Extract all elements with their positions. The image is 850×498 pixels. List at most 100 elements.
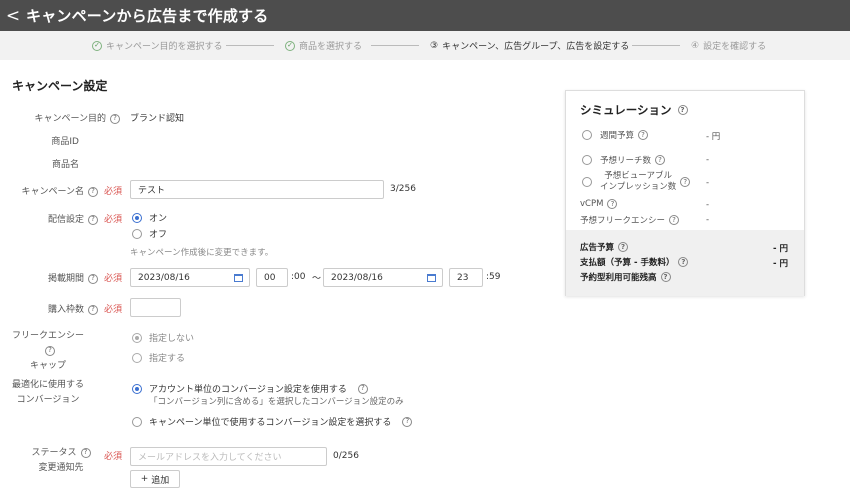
email-input[interactable]: メールアドレスを入力してください — [130, 447, 327, 466]
help-icon[interactable]: ? — [45, 345, 55, 356]
start-hour-input[interactable]: 00 — [256, 268, 288, 287]
help-icon[interactable]: ? — [655, 155, 666, 165]
help-icon[interactable]: ? — [80, 447, 91, 458]
help-icon[interactable]: ? — [677, 105, 688, 115]
campaign-name-label: キャンペーン名? — [21, 184, 98, 197]
check-circle-icon: ✓ — [285, 40, 295, 51]
simulation-panel: シミュレーション? 週間予算? - 円 予想リーチ数? - 予想ビューアブル イン… — [565, 90, 805, 296]
frequency-unspecified-radio[interactable]: 指定しない — [132, 331, 194, 344]
conversion-account-radio[interactable]: アカウント単位のコンバージョン設定を使用する? — [132, 382, 368, 395]
progress-stepper: ✓ キャンペーン目的を選択する ✓ 商品を選択する ③ キャンペーン、広告グルー… — [0, 31, 850, 60]
calendar-icon[interactable] — [234, 274, 243, 282]
help-icon[interactable]: ? — [357, 383, 368, 394]
help-icon[interactable]: ? — [607, 199, 618, 209]
sim-row-weekly-budget[interactable]: 週間予算? — [582, 129, 649, 141]
help-icon[interactable]: ? — [678, 257, 689, 267]
end-date-input[interactable]: 2023/08/16 — [323, 268, 443, 287]
radio-unchecked-icon[interactable] — [582, 177, 592, 187]
delivery-label: 配信設定? — [48, 212, 98, 225]
start-date-input[interactable]: 2023/08/16 — [130, 268, 250, 287]
help-icon[interactable]: ? — [402, 416, 413, 427]
end-hour-input[interactable]: 23 — [449, 268, 483, 287]
help-icon[interactable]: ? — [88, 304, 98, 315]
slots-input[interactable] — [130, 298, 181, 317]
frequency-cap-label: フリークエンシー? キャップ — [11, 331, 84, 371]
period-label: 掲載期間? — [48, 271, 98, 284]
step-4: ④ 設定を確認する — [691, 39, 767, 53]
help-icon[interactable]: ? — [638, 130, 649, 140]
help-icon[interactable]: ? — [618, 242, 629, 252]
help-icon[interactable]: ? — [88, 186, 98, 197]
step-label: キャンペーン目的を選択する — [106, 42, 223, 52]
period-tilde: 〜 — [312, 274, 322, 284]
sim-row-reach[interactable]: 予想リーチ数? — [582, 154, 666, 166]
step-label: 設定を確認する — [703, 42, 767, 52]
help-icon[interactable]: ? — [88, 273, 98, 284]
delivery-note: キャンペーン作成後に変更できます。 — [130, 248, 274, 258]
status-notify-label: ステータス? 変更通知先 — [22, 446, 100, 476]
required-badge: 必須 — [104, 305, 123, 315]
step-number-3: ③ — [430, 40, 439, 51]
sim-value: - — [706, 200, 710, 210]
radio-unchecked-icon[interactable] — [132, 416, 142, 427]
sim-value: - 円 — [706, 132, 721, 142]
payment-value: - 円 — [773, 259, 788, 269]
conversion-account-note: 「コンバージョン列に含める」を選択したコンバージョン設定のみ — [149, 397, 404, 407]
slots-label: 購入枠数? — [48, 302, 98, 315]
section-title: キャンペーン設定 — [12, 79, 108, 93]
check-circle-icon: ✓ — [92, 40, 102, 51]
required-badge: 必須 — [104, 274, 123, 284]
help-icon[interactable]: ? — [669, 215, 680, 225]
step-label: 商品を選択する — [299, 42, 363, 52]
end-minute: :59 — [486, 272, 501, 282]
radio-unchecked-icon[interactable] — [132, 352, 142, 363]
ad-budget-value: - 円 — [773, 244, 788, 254]
radio-checked-icon[interactable] — [132, 332, 142, 343]
required-badge: 必須 — [104, 215, 123, 225]
page-title: キャンペーンから広告まで作成する — [26, 7, 269, 25]
objective-value: ブランド認知 — [130, 114, 185, 124]
ad-budget-label: 広告予算? — [580, 241, 629, 253]
help-icon[interactable]: ? — [88, 214, 98, 225]
radio-unchecked-icon[interactable] — [582, 155, 592, 165]
frequency-specified-radio[interactable]: 指定する — [132, 351, 185, 364]
reserved-balance-label: 予約型利用可能残高? — [580, 271, 671, 283]
delivery-off-radio[interactable]: オフ — [132, 227, 167, 240]
email-counter: 0/256 — [333, 451, 359, 461]
delivery-on-radio[interactable]: オン — [132, 211, 167, 224]
step-2: ✓ 商品を選択する — [285, 39, 362, 52]
help-icon[interactable]: ? — [660, 272, 671, 282]
simulation-title: シミュレーション? — [580, 102, 688, 118]
payment-label: 支払額（予算 - 手数料）? — [580, 256, 689, 268]
help-icon[interactable]: ? — [680, 177, 691, 187]
conversion-campaign-radio[interactable]: キャンペーン単位で使用するコンバージョン設定を選択する? — [132, 415, 413, 428]
radio-checked-icon[interactable] — [132, 212, 142, 223]
product-name-label: 商品名 — [51, 160, 79, 170]
sim-value: - — [706, 215, 710, 225]
calendar-icon[interactable] — [427, 274, 436, 282]
sim-value: - — [706, 178, 710, 188]
required-badge: 必須 — [104, 452, 123, 462]
help-icon[interactable]: ? — [110, 113, 120, 124]
back-chevron-icon[interactable]: < — [0, 0, 26, 31]
add-email-button[interactable]: + 追加 — [130, 470, 180, 488]
radio-checked-icon[interactable] — [132, 383, 142, 394]
objective-label: キャンペーン目的? — [34, 111, 120, 124]
sim-row-viewable-impressions[interactable]: 予想ビューアブル インプレッション数? — [582, 171, 691, 193]
campaign-name-counter: 3/256 — [390, 184, 416, 194]
step-3: ③ キャンペーン、広告グループ、広告を設定する — [430, 39, 629, 53]
sim-row-vcpm: vCPM? — [580, 199, 618, 209]
required-badge: 必須 — [104, 187, 123, 197]
sim-row-frequency: 予想フリークエンシー? — [580, 214, 680, 226]
product-id-label: 商品ID — [51, 137, 79, 147]
step-number-4: ④ — [691, 40, 700, 51]
radio-unchecked-icon[interactable] — [582, 130, 592, 140]
top-header: < キャンペーンから広告まで作成する — [0, 0, 850, 31]
radio-unchecked-icon[interactable] — [132, 228, 142, 239]
simulation-summary: 広告予算? - 円 支払額（予算 - 手数料）? - 円 予約型利用可能残高? — [566, 230, 804, 296]
step-1: ✓ キャンペーン目的を選択する — [92, 39, 223, 52]
plus-icon: + — [140, 474, 149, 484]
step-divider — [371, 45, 419, 46]
campaign-name-input[interactable]: テスト — [130, 180, 384, 199]
step-divider — [226, 45, 274, 46]
